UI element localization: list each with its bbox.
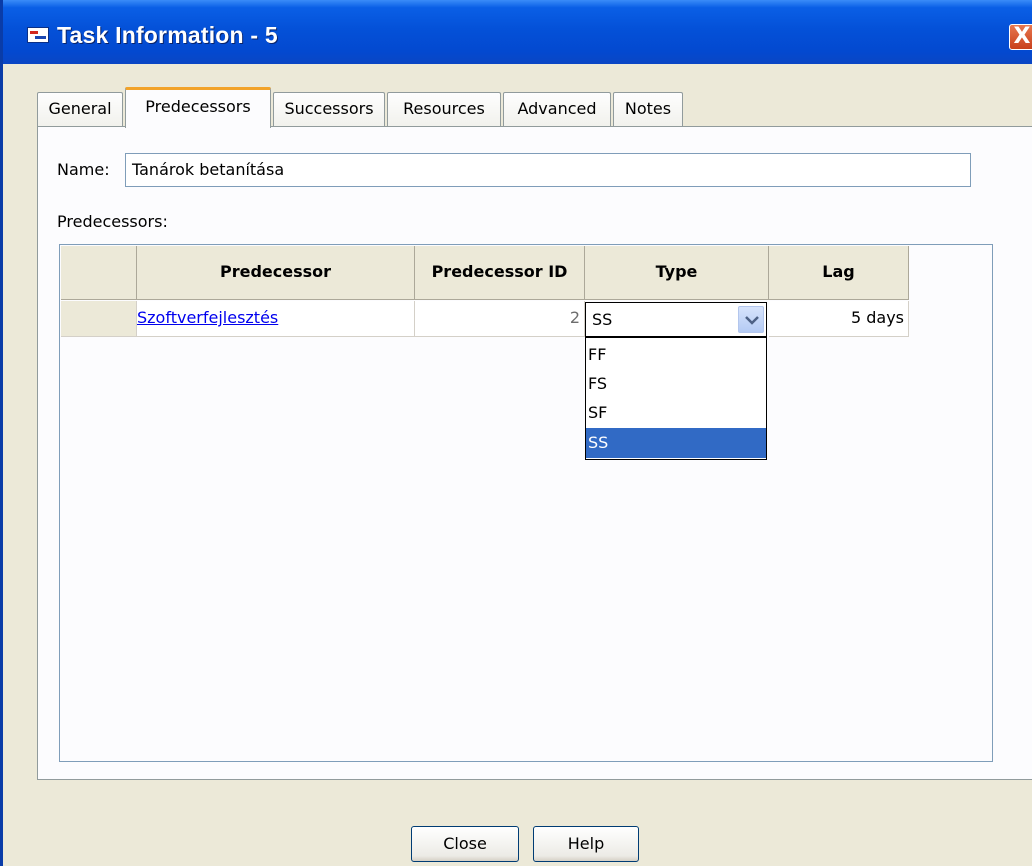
lag-cell[interactable]: 5 days (769, 301, 909, 337)
type-combobox-value: SS (592, 310, 613, 329)
column-header-predecessor[interactable]: Predecessor (137, 246, 415, 300)
window-title: Task Information - 5 (57, 22, 278, 48)
table-row[interactable]: Szoftverfejlesztés (137, 301, 415, 337)
type-option-sf[interactable]: SF (586, 398, 766, 428)
name-label: Name: (57, 160, 110, 179)
name-field[interactable]: Tanárok betanítása (125, 153, 971, 187)
app-icon (27, 27, 49, 43)
task-information-dialog: Task Information - 5 X General Predecess… (0, 0, 1032, 866)
predecessor-id-cell[interactable]: 2 (415, 301, 585, 337)
row-header[interactable] (61, 301, 137, 337)
close-window-icon[interactable]: X (1009, 24, 1032, 50)
tab-predecessors[interactable]: Predecessors (125, 87, 271, 128)
predecessor-link[interactable]: Szoftverfejlesztés (137, 308, 278, 327)
type-option-ss[interactable]: SS (586, 428, 766, 458)
chevron-down-icon[interactable] (738, 306, 764, 333)
tab-notes[interactable]: Notes (613, 92, 683, 127)
help-button[interactable]: Help (533, 826, 639, 862)
type-option-ff[interactable]: FF (586, 340, 766, 370)
type-dropdown-list: FF FS SF SS (585, 337, 767, 460)
tab-resources[interactable]: Resources (387, 92, 501, 127)
type-option-fs[interactable]: FS (586, 369, 766, 399)
predecessors-label: Predecessors: (57, 212, 168, 231)
type-combobox[interactable]: SS (585, 302, 767, 337)
column-header-type[interactable]: Type (585, 246, 769, 300)
column-header-predecessor-id[interactable]: Predecessor ID (415, 246, 585, 300)
tab-general[interactable]: General (37, 92, 123, 127)
title-bar[interactable]: Task Information - 5 X (3, 0, 1032, 64)
tab-advanced[interactable]: Advanced (503, 92, 611, 127)
tab-successors[interactable]: Successors (273, 92, 385, 127)
row-header-corner (61, 246, 137, 300)
column-header-lag[interactable]: Lag (769, 246, 909, 300)
close-button[interactable]: Close (411, 826, 519, 862)
